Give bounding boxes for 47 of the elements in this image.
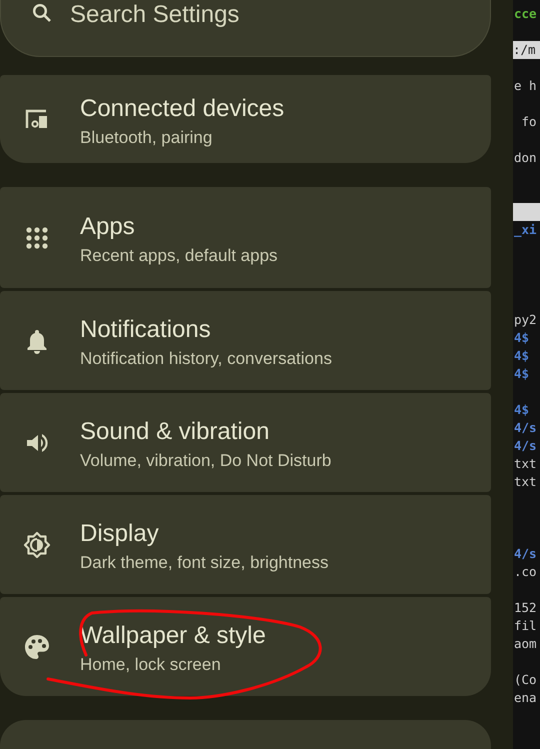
terminal-line: don bbox=[513, 149, 537, 167]
terminal-line: 4/s bbox=[513, 545, 537, 563]
terminal-line: .co bbox=[513, 563, 537, 581]
terminal-line: (Co bbox=[513, 671, 537, 689]
settings-item[interactable]: Sound & vibration Volume, vibration, Do Not Disturb bbox=[0, 393, 491, 492]
terminal-line: txt bbox=[513, 473, 537, 491]
bell-icon bbox=[26, 328, 48, 354]
terminal-line: 4$ bbox=[513, 347, 530, 365]
item-subtitle: Home, lock screen bbox=[80, 655, 222, 675]
terminal-line: txt bbox=[513, 455, 537, 473]
terminal-line: py2 bbox=[513, 311, 537, 329]
palette-icon bbox=[24, 634, 50, 660]
search-field[interactable]: Search Settings bbox=[70, 0, 270, 30]
apps-grid-icon bbox=[26, 226, 48, 248]
item-title: Apps bbox=[80, 213, 136, 241]
terminal-line: 4/s bbox=[513, 419, 537, 437]
terminal-line: 4$ bbox=[513, 401, 530, 419]
terminal-line: 4$ bbox=[513, 365, 530, 383]
item-subtitle: Volume, vibration, Do Not Disturb bbox=[80, 451, 332, 471]
item-subtitle: Bluetooth, pairing bbox=[80, 128, 214, 148]
terminal-line: _xi bbox=[513, 221, 537, 239]
terminal-line: ena bbox=[513, 689, 537, 707]
search-icon bbox=[32, 3, 52, 23]
item-title: Display bbox=[80, 520, 160, 548]
devices-icon bbox=[24, 108, 50, 130]
terminal-line: fil bbox=[513, 617, 537, 635]
terminal-line: 4$ bbox=[513, 329, 530, 347]
terminal-line: fo bbox=[520, 113, 537, 131]
settings-item[interactable]: Connected devices Bluetooth, pairing bbox=[0, 75, 491, 163]
speaker-icon bbox=[25, 432, 49, 454]
settings-item[interactable]: Display Dark theme, font size, brightness bbox=[0, 495, 491, 594]
brightness-icon bbox=[23, 530, 51, 558]
selection-bar bbox=[513, 203, 540, 221]
terminal-line: 152 bbox=[513, 599, 537, 617]
item-subtitle: Dark theme, font size, brightness bbox=[80, 553, 329, 573]
terminal-line: 4/s bbox=[513, 437, 537, 455]
item-subtitle: Recent apps, default apps bbox=[80, 246, 278, 266]
settings-item[interactable]: Notifications Notification history, conversations bbox=[0, 291, 491, 390]
item-title: Wallpaper & style bbox=[80, 622, 266, 650]
terminal-line: e h bbox=[513, 77, 537, 95]
terminal-line: aom bbox=[513, 635, 537, 653]
settings-item[interactable]: Apps Recent apps, default apps bbox=[0, 187, 491, 288]
item-title: Sound & vibration bbox=[80, 418, 270, 446]
terminal-line: cce bbox=[513, 5, 537, 23]
item-subtitle: Notification history, conversations bbox=[80, 349, 332, 369]
item-title: Notifications bbox=[80, 316, 212, 344]
item-title: Connected devices bbox=[80, 94, 284, 122]
